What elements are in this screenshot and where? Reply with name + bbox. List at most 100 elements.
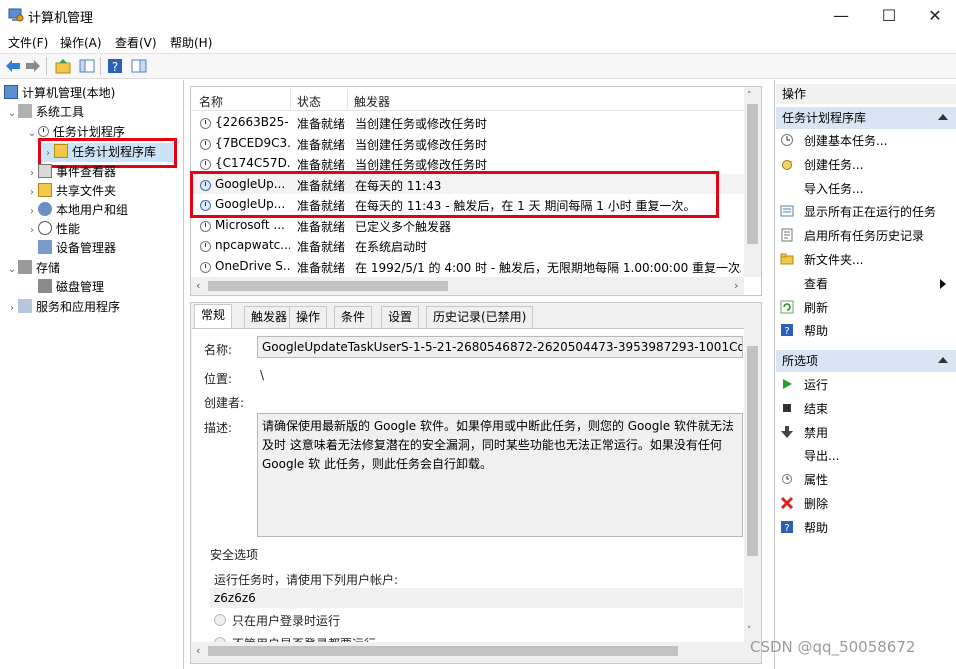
run-as-user-field[interactable]: z6z6z6 [210, 588, 743, 608]
back-arrow-icon[interactable] [4, 57, 22, 75]
properties-panel-icon[interactable] [130, 57, 148, 75]
task-trigger: 当创建任务或修改任务时 [355, 137, 488, 152]
tree-label: 存储 [36, 261, 61, 275]
action-item[interactable]: ? 帮助 [780, 320, 952, 342]
forward-arrow-icon[interactable] [24, 57, 42, 75]
task-row[interactable]: {22663B25-... 准备就绪当创建任务或修改任务时 [191, 112, 744, 133]
action-label: 删除 [804, 497, 829, 511]
menu-help[interactable]: 帮助(H) [170, 34, 212, 51]
detail-tab[interactable]: 常规 [194, 304, 233, 329]
task-list-hscroll-thumb[interactable] [208, 281, 448, 291]
clock-icon [38, 126, 49, 137]
chevron-down-icon[interactable]: ⌄ [26, 124, 38, 143]
tree-item-device-manager[interactable]: 设备管理器 [38, 239, 116, 258]
close-button[interactable]: ✕ [912, 0, 956, 31]
task-name-field[interactable]: GoogleUpdateTaskUserS-1-5-21-2680546872-… [257, 336, 743, 358]
tree-item-system-tools[interactable]: ⌄ 系统工具 [6, 103, 84, 122]
action-item[interactable]: 禁用 [780, 422, 952, 444]
detail-tab[interactable]: 历史记录(已禁用) [426, 306, 534, 328]
scroll-down-arrow-icon[interactable]: ˅ [747, 626, 752, 636]
collapse-arrow-icon[interactable] [938, 114, 948, 120]
action-item[interactable]: 创建任务... [780, 154, 952, 176]
menu-file[interactable]: 文件(F) [8, 34, 48, 51]
tree-item-storage[interactable]: ⌄ 存储 [6, 259, 60, 278]
create-basic-task-icon [781, 134, 793, 146]
action-item[interactable]: 刷新 [780, 297, 952, 319]
detail-tab[interactable]: 操作 [289, 306, 328, 328]
action-label: 帮助 [804, 324, 829, 339]
scroll-up-arrow-icon[interactable]: ˄ [747, 91, 752, 101]
chevron-down-icon[interactable]: ⌄ [6, 104, 18, 123]
task-row[interactable]: OneDrive S... 准备就绪在 1992/5/1 的 4:00 时 - 触… [191, 256, 744, 277]
tree-item-event-viewer[interactable]: › 事件查看器 [26, 163, 116, 182]
action-item[interactable]: 导入任务... [780, 178, 952, 200]
submenu-arrow-icon[interactable] [940, 278, 946, 289]
chevron-right-icon[interactable]: › [6, 299, 18, 318]
detail-tab[interactable]: 触发器 [244, 306, 295, 328]
action-label: 导出... [804, 449, 840, 464]
maximize-button[interactable]: ☐ [866, 0, 912, 31]
action-item[interactable]: 运行 [780, 374, 952, 396]
task-row[interactable]: {7BCED9C3... 准备就绪当创建任务或修改任务时 [191, 133, 744, 154]
action-item[interactable]: 创建基本任务... [780, 130, 952, 152]
scroll-left-arrow-icon[interactable]: ‹ [196, 644, 200, 657]
radio-label: 只在用户登录时运行 [232, 614, 341, 628]
detail-hscroll-thumb[interactable] [208, 646, 678, 656]
tree-label: 共享文件夹 [56, 184, 117, 198]
task-row[interactable]: npcapwatc... 准备就绪 在系统启动时 [191, 235, 744, 256]
tree-label: 性能 [56, 222, 81, 236]
up-folder-icon[interactable] [54, 57, 72, 75]
column-header-status[interactable]: 状态 [297, 93, 321, 110]
action-item[interactable]: 显示所有正在运行的任务 [780, 201, 952, 223]
action-item[interactable]: 启用所有任务历史记录 [780, 225, 952, 247]
section-label: 所选项 [782, 354, 819, 368]
help-icon[interactable]: ? [106, 57, 124, 75]
description-field[interactable]: 请确保使用最新版的 Google 软件。如果停用或中断此任务，则您的 Googl… [257, 413, 743, 537]
actions-section-selected[interactable]: 所选项 [776, 350, 956, 372]
minimize-button[interactable]: — [818, 0, 864, 31]
action-label: 运行 [804, 378, 829, 392]
action-item[interactable]: ? 帮助 [780, 517, 952, 539]
detail-tab[interactable]: 设置 [381, 306, 420, 328]
action-item[interactable]: 属性 [780, 469, 952, 491]
tree-item-shared-folders[interactable]: › 共享文件夹 [26, 182, 116, 201]
chevron-right-icon[interactable]: › [26, 183, 38, 202]
detail-tab[interactable]: 条件 [334, 306, 373, 328]
disable-icon [781, 425, 793, 438]
action-label: 结束 [804, 401, 829, 416]
tree-item-local-users[interactable]: › 本地用户和组 [26, 201, 128, 220]
chevron-right-icon[interactable]: › [26, 221, 38, 240]
radio-only-when-logged-on[interactable] [214, 614, 226, 626]
tree-item-disk-management[interactable]: 磁盘管理 [38, 278, 104, 297]
action-item[interactable]: 删除 [780, 493, 952, 515]
show-hide-tree-icon[interactable] [78, 57, 96, 75]
action-item[interactable]: 新文件夹... [780, 249, 952, 271]
action-item[interactable]: 导出... [780, 445, 952, 467]
computer-icon [4, 85, 18, 99]
action-item[interactable]: 结束 [780, 398, 952, 420]
chevron-right-icon[interactable]: › [26, 164, 38, 183]
column-header-trigger[interactable]: 触发器 [354, 93, 390, 110]
tree-item-root[interactable]: 计算机管理(本地) [4, 84, 115, 103]
action-label: 显示所有正在运行的任务 [804, 205, 937, 220]
tree-item-services-apps[interactable]: › 服务和应用程序 [6, 298, 120, 317]
tree-item-performance[interactable]: › 性能 [26, 220, 80, 239]
task-list-scroll-thumb[interactable] [747, 104, 758, 244]
action-item[interactable]: 查看 [780, 273, 952, 295]
column-header-name[interactable]: 名称 [199, 93, 223, 110]
scroll-right-arrow-icon[interactable]: › [734, 279, 738, 292]
detail-scroll-thumb[interactable] [747, 346, 758, 556]
menu-action[interactable]: 操作(A) [60, 34, 102, 51]
chevron-right-icon[interactable]: › [26, 202, 38, 221]
collapse-arrow-icon[interactable] [938, 357, 948, 363]
task-clock-icon [200, 261, 211, 273]
action-label: 禁用 [804, 425, 829, 440]
task-clock-icon [200, 220, 211, 232]
users-icon [38, 202, 52, 216]
action-label: 启用所有任务历史记录 [804, 229, 925, 244]
chevron-down-icon[interactable]: ⌄ [6, 260, 18, 279]
scroll-left-arrow-icon[interactable]: ‹ [196, 279, 200, 292]
menu-view[interactable]: 查看(V) [115, 34, 157, 51]
help-icon: ? [781, 324, 793, 337]
actions-section-library[interactable]: 任务计划程序库 [776, 107, 956, 129]
